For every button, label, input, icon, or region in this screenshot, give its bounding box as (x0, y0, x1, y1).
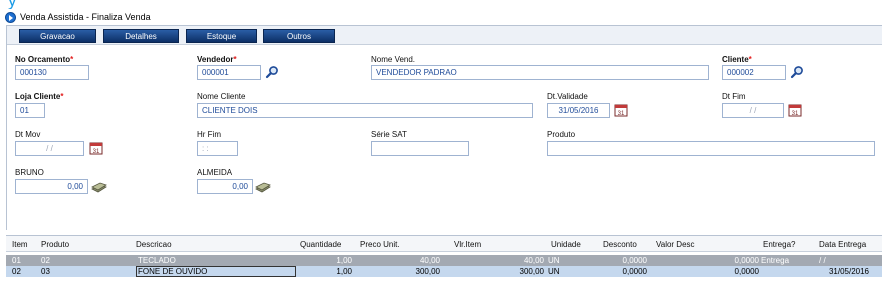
produto-label: Produto (547, 130, 576, 139)
search-icon[interactable] (790, 65, 804, 79)
cell-item: 01 (12, 256, 21, 265)
vendedor-label: Vendedor* (197, 55, 237, 64)
cell-vlr-item: 40,00 (523, 256, 544, 265)
dt-mov-label: Dt Mov (15, 130, 41, 139)
calendar-icon[interactable]: 31 (89, 141, 103, 155)
cell-unidade: UN (548, 256, 560, 265)
dt-fim-field[interactable]: / / (722, 103, 784, 118)
vendedor-field[interactable]: 000001 (197, 65, 261, 80)
tab-gravacao[interactable]: Gravacao (19, 29, 96, 43)
calendar-icon[interactable]: 31 (788, 103, 802, 117)
tab-estoque[interactable]: Estoque (186, 29, 257, 43)
window-title: Venda Assistida - Finaliza Venda (20, 12, 151, 22)
table-row-selected[interactable]: 02 03 FONE DE OUVIDO 1,00 300,00 300,00 … (6, 266, 882, 277)
cell-valor-desc: 0,0000 (734, 267, 759, 276)
background-overlay-strip: y (0, 0, 882, 9)
window-titlebar: Venda Assistida - Finaliza Venda (0, 9, 882, 25)
col-desconto[interactable]: Desconto (603, 240, 637, 249)
almeida-field[interactable]: 0,00 (197, 179, 253, 194)
nome-vend-field[interactable]: VENDEDOR PADRAO (371, 65, 709, 80)
orcamento-field[interactable]: 000130 (15, 65, 89, 80)
cell-entrega: Entrega (761, 256, 790, 265)
table-row[interactable]: 01 02 TECLADO 1,00 40,00 40,00 UN 0,0000… (6, 255, 882, 266)
cell-desconto: 0,0000 (622, 256, 647, 265)
cell-produto: 03 (41, 267, 50, 276)
col-quantidade[interactable]: Quantidade (300, 240, 341, 249)
loja-cliente-field[interactable]: 01 (15, 103, 45, 118)
form-panel: Gravacao Detalhes Estoque Outros No Orca… (6, 25, 882, 230)
svg-text:31: 31 (618, 111, 625, 117)
col-unidade[interactable]: Unidade (551, 240, 581, 249)
dt-validade-label: Dt.Validade (547, 92, 588, 101)
svg-text:31: 31 (792, 111, 799, 117)
cell-quantidade: 1,00 (336, 267, 352, 276)
cliente-field[interactable]: 000002 (722, 65, 786, 80)
cell-descricao: TECLADO (138, 256, 176, 265)
grid-header: Item Produto Descricao Quantidade Preco … (6, 236, 882, 252)
bruno-field[interactable]: 0,00 (15, 179, 88, 194)
cell-data-entrega: 31/05/2016 (828, 267, 869, 276)
app-icon (5, 11, 16, 23)
tab-outros[interactable]: Outros (263, 29, 335, 43)
nome-vend-label: Nome Vend. (371, 55, 416, 64)
nome-cliente-field[interactable]: CLIENTE DOIS (197, 103, 533, 118)
cell-unidade: UN (548, 267, 560, 276)
cell-desconto: 0,0000 (622, 267, 647, 276)
nome-cliente-label: Nome Cliente (197, 92, 246, 101)
tab-detalhes[interactable]: Detalhes (103, 29, 179, 43)
col-preco-unit[interactable]: Preco Unit. (360, 240, 400, 249)
money-icon[interactable] (91, 180, 107, 194)
items-grid: Item Produto Descricao Quantidade Preco … (6, 235, 882, 307)
cell-descricao: FONE DE OUVIDO (138, 267, 208, 276)
serie-sat-label: Série SAT (371, 130, 407, 139)
col-entrega[interactable]: Entrega? (763, 240, 795, 249)
svg-text:31: 31 (93, 149, 100, 155)
col-valor-desc[interactable]: Valor Desc (656, 240, 695, 249)
cell-produto: 02 (41, 256, 50, 265)
cell-preco: 300,00 (415, 267, 440, 276)
col-produto[interactable]: Produto (41, 240, 69, 249)
loja-cliente-label: Loja Cliente* (15, 92, 64, 101)
col-item[interactable]: Item (12, 240, 28, 249)
dt-fim-label: Dt Fim (722, 92, 746, 101)
cell-quantidade: 1,00 (336, 256, 352, 265)
almeida-label: ALMEIDA (197, 168, 233, 177)
bruno-label: BRUNO (15, 168, 44, 177)
dt-validade-field[interactable]: 31/05/2016 (547, 103, 610, 118)
serie-sat-field[interactable] (371, 141, 469, 156)
cell-valor-desc: 0,0000 (734, 256, 759, 265)
cell-item: 02 (12, 267, 21, 276)
cliente-label: Cliente* (722, 55, 752, 64)
calendar-icon[interactable]: 31 (614, 103, 628, 117)
cell-data-entrega: / / (819, 256, 826, 265)
hr-fim-label: Hr Fim (197, 130, 221, 139)
col-data-entrega[interactable]: Data Entrega (819, 240, 866, 249)
dt-mov-field[interactable]: / / (15, 141, 84, 156)
cell-vlr-item: 300,00 (519, 267, 544, 276)
cell-preco: 40,00 (419, 256, 440, 265)
produto-field[interactable] (547, 141, 875, 156)
money-icon[interactable] (255, 180, 271, 194)
hr-fim-field[interactable]: : : (197, 141, 238, 156)
orcamento-label: No Orcamento* (15, 55, 74, 64)
search-icon[interactable] (265, 65, 279, 79)
col-vlr-item[interactable]: Vlr.Item (454, 240, 481, 249)
col-descricao[interactable]: Descricao (136, 240, 172, 249)
action-bar: Gravacao Detalhes Estoque Outros (7, 26, 882, 45)
